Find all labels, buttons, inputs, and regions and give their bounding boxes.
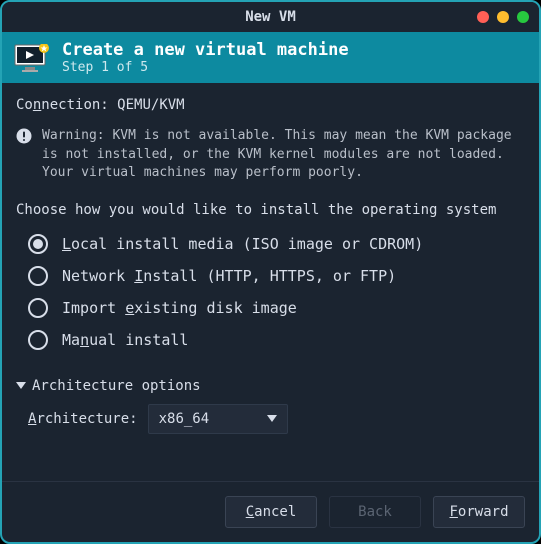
wizard-title: Create a new virtual machine [62,40,349,60]
new-vm-window: New VM Create a new virtual machine Step… [0,0,541,544]
warning-icon [16,128,32,150]
minimize-icon[interactable] [497,11,509,23]
architecture-row: Architecture: x86_64 [16,404,525,434]
close-icon[interactable] [477,11,489,23]
cancel-button[interactable]: Cancel [225,496,317,528]
wizard-body: Connection: QEMU/KVM Warning: KVM is not… [2,83,539,481]
vm-monitor-icon [14,44,50,72]
connection-value-text: QEMU/KVM [117,97,184,113]
install-option-label: Manual install [62,331,188,349]
install-choose-label: Choose how you would like to install the… [16,202,525,218]
radio-icon [28,234,48,254]
install-method-radios: Local install media (ISO image or CDROM)… [16,234,525,350]
install-option-label: Import existing disk image [62,299,297,317]
wizard-header-text: Create a new virtual machine Step 1 of 5 [62,40,349,75]
window-controls [477,11,529,23]
wizard-header: Create a new virtual machine Step 1 of 5 [2,32,539,83]
forward-button[interactable]: Forward [433,496,525,528]
back-button: Back [329,496,421,528]
architecture-value: x86_64 [159,411,210,427]
warning-text: Warning: KVM is not available. This may … [42,127,525,182]
radio-icon [28,298,48,318]
install-option-import[interactable]: Import existing disk image [28,298,525,318]
radio-icon [28,330,48,350]
install-option-label: Network Install (HTTP, HTTPS, or FTP) [62,267,396,285]
chevron-down-icon [267,411,277,427]
radio-icon [28,266,48,286]
wizard-footer: Cancel Back Forward [2,481,539,542]
architecture-select[interactable]: x86_64 [148,404,288,434]
connection-line: Connection: QEMU/KVM [16,97,525,113]
maximize-icon[interactable] [517,11,529,23]
architecture-expander-label: Architecture options [32,378,201,394]
titlebar: New VM [2,2,539,32]
install-option-manual[interactable]: Manual install [28,330,525,350]
window-title: New VM [245,9,296,25]
architecture-label: Architecture: [28,411,138,427]
kvm-warning: Warning: KVM is not available. This may … [16,127,525,182]
install-option-local[interactable]: Local install media (ISO image or CDROM) [28,234,525,254]
chevron-down-icon [16,378,26,394]
wizard-step: Step 1 of 5 [62,60,349,75]
architecture-expander[interactable]: Architecture options [16,378,525,394]
install-option-net[interactable]: Network Install (HTTP, HTTPS, or FTP) [28,266,525,286]
install-option-label: Local install media (ISO image or CDROM) [62,235,423,253]
architecture-section: Architecture options Architecture: x86_6… [16,378,525,434]
